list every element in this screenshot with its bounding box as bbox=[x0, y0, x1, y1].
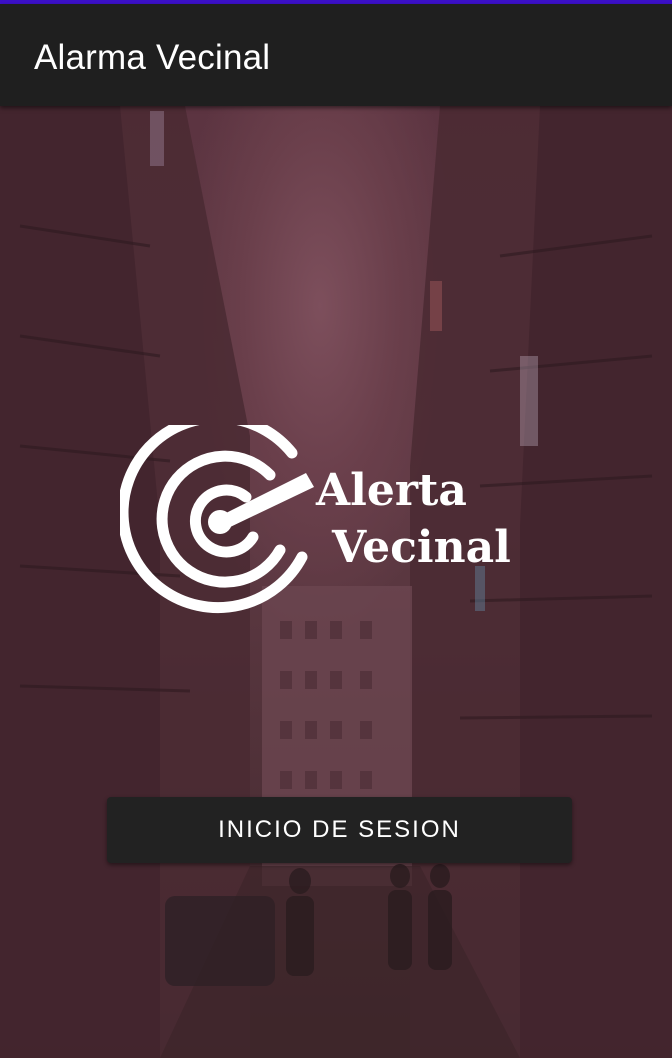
logo-line2: Vecinal bbox=[331, 522, 511, 573]
logo-line1: Alerta bbox=[315, 465, 467, 516]
radar-icon: Alerta Vecinal bbox=[117, 412, 511, 614]
login-button[interactable]: INICIO DE SESION bbox=[107, 797, 572, 863]
app-logo: Alerta Vecinal bbox=[117, 412, 560, 625]
screen: Alarma Vecinal Alerta Vecinal INICIO DE … bbox=[0, 0, 672, 1058]
app-bar: Alarma Vecinal bbox=[0, 4, 672, 106]
app-title: Alarma Vecinal bbox=[34, 38, 271, 77]
